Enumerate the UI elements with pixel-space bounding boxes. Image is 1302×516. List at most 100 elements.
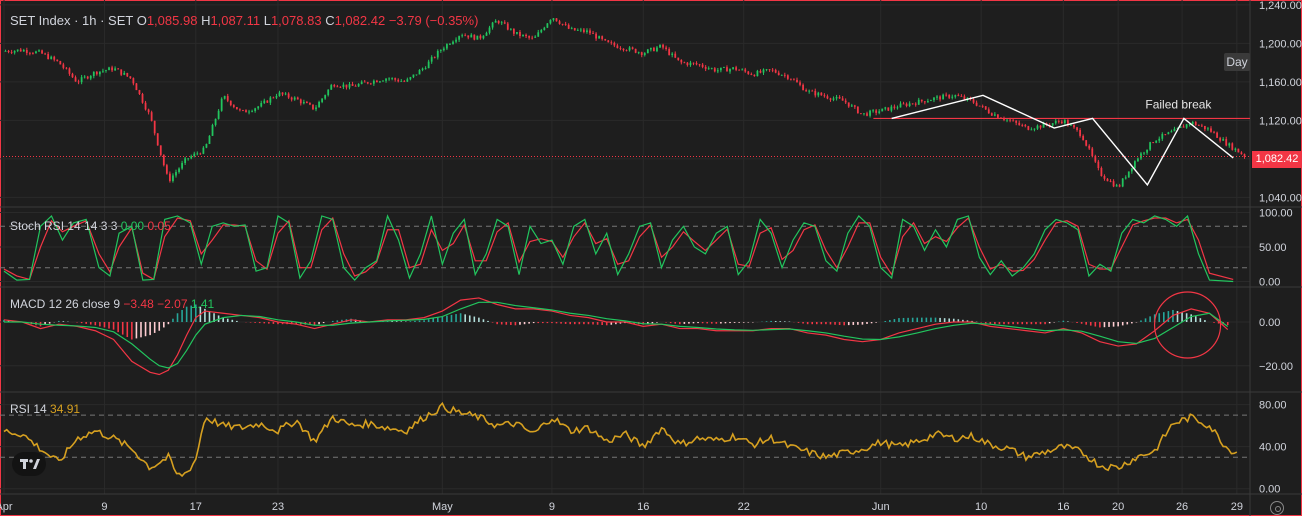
candle-body	[643, 53, 646, 55]
candle-body	[653, 47, 655, 52]
candle-body	[354, 85, 357, 87]
candle-body	[677, 57, 680, 60]
candle-body	[951, 96, 954, 98]
candle-body	[476, 35, 479, 40]
candle-body	[1018, 122, 1021, 125]
candle-body	[196, 153, 199, 155]
candle-body	[537, 32, 540, 37]
candle-body	[193, 153, 196, 157]
candle-body	[750, 73, 753, 75]
close-value: 1,082.42	[334, 13, 386, 28]
candle-body	[175, 171, 177, 176]
candle-body	[275, 96, 278, 98]
candle-body	[674, 53, 677, 58]
candle-body	[35, 51, 37, 54]
candle-body	[656, 47, 658, 52]
candle-body	[1216, 132, 1218, 138]
candle-body	[38, 50, 40, 52]
candle-body	[662, 44, 664, 48]
candle-body	[1121, 178, 1124, 187]
chart-canvas[interactable]: 1,240.001,200.001,160.001,120.001,080.00…	[0, 0, 1302, 516]
candle-body	[102, 70, 104, 72]
candle-body	[394, 78, 397, 80]
candle-body	[229, 100, 232, 106]
candle-body	[543, 27, 546, 30]
stoch-rsi-legend[interactable]: Stoch RSI 14 14 3 3 0.00 0.05	[10, 219, 171, 233]
candle-body	[710, 68, 713, 70]
candle-body	[576, 29, 579, 31]
candle-body	[1146, 149, 1148, 153]
macd-signal-value: −2.07	[157, 297, 188, 311]
candle-body	[917, 99, 920, 105]
candle-body	[826, 96, 829, 99]
rsi-value: 34.91	[50, 402, 81, 416]
candle-body	[156, 133, 159, 146]
candle-body	[1006, 119, 1008, 121]
candle-body	[783, 74, 786, 76]
timeframe-day-badge[interactable]: Day	[1224, 53, 1250, 71]
candle-body	[1015, 120, 1018, 123]
tradingview-logo-icon[interactable]	[12, 452, 46, 476]
candle-body	[181, 163, 183, 169]
candle-body	[802, 84, 804, 91]
candle-body	[844, 100, 847, 103]
candle-body	[570, 28, 573, 29]
macd-value: −3.48	[123, 297, 154, 311]
candle-body	[1210, 128, 1212, 132]
candle-body	[1234, 148, 1237, 150]
candle-body	[254, 108, 257, 111]
candle-body	[817, 92, 820, 96]
candle-body	[990, 113, 993, 116]
candle-body	[7, 50, 10, 53]
candle-body	[95, 71, 98, 75]
candle-body	[695, 63, 698, 65]
candle-body	[1009, 119, 1011, 121]
rsi-legend[interactable]: RSI 14 34.91	[10, 402, 80, 416]
stoch-axis-tick-label: 100.00	[1259, 208, 1293, 220]
candle-body	[1207, 128, 1209, 130]
gear-icon[interactable]	[1270, 501, 1284, 515]
candle-body	[32, 53, 34, 54]
candle-body	[1127, 171, 1130, 178]
candle-body	[47, 54, 50, 59]
candle-body	[972, 99, 975, 103]
candle-body	[251, 110, 253, 112]
macd-legend[interactable]: MACD 12 26 close 9 −3.48 −2.07 1.41	[10, 297, 214, 311]
candle-body	[808, 90, 811, 92]
time-axis-tick-label: 16	[1057, 501, 1069, 513]
price-axis-tick-label: 1,240.00	[1259, 0, 1302, 12]
time-axis-tick-label: 26	[1176, 501, 1188, 513]
candle-body	[732, 67, 734, 69]
candle-body	[491, 22, 494, 28]
candle-body	[549, 19, 552, 24]
candle-body	[339, 86, 342, 88]
candle-body	[1204, 125, 1206, 130]
candle-body	[1228, 143, 1231, 146]
failed-break-annotation: Failed break	[1145, 97, 1212, 111]
candle-body	[497, 20, 500, 24]
candle-body	[592, 33, 594, 35]
stoch-d-value: 0.05	[147, 219, 171, 233]
candle-body	[74, 77, 77, 82]
candle-body	[135, 83, 138, 91]
candle-body	[83, 76, 86, 78]
candle-body	[869, 110, 871, 116]
candle-body	[114, 68, 117, 71]
candle-body	[716, 70, 719, 72]
macd-highlight-circle[interactable]	[1153, 291, 1222, 359]
stoch-axis-tick-label: 50.00	[1259, 242, 1287, 254]
candle-body	[811, 90, 814, 92]
candle-body	[997, 114, 999, 118]
candle-body	[202, 147, 205, 154]
candle-body	[449, 44, 451, 45]
candle-body	[911, 103, 914, 105]
candle-body	[671, 53, 674, 55]
candle-body	[71, 73, 74, 78]
candle-body	[683, 62, 686, 64]
candle-body	[184, 158, 187, 164]
candle-body	[835, 96, 838, 99]
candle-body	[105, 70, 107, 71]
candle-body	[424, 68, 427, 69]
candle-body	[144, 102, 147, 110]
candle-body	[1197, 125, 1200, 126]
